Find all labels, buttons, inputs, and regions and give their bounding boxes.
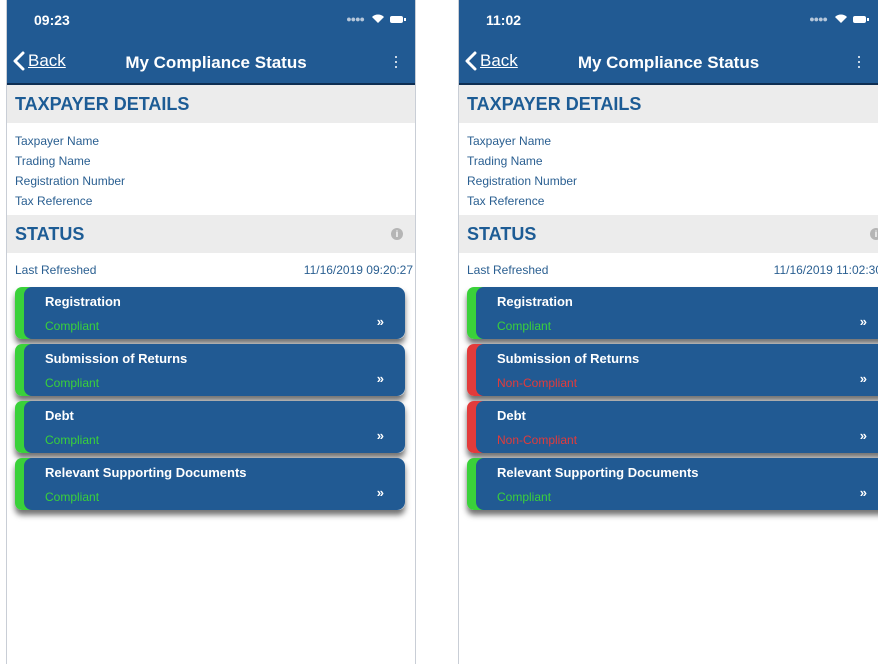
- status-header-label: STATUS: [15, 224, 85, 244]
- taxpayer-name-label: Taxpayer Name: [15, 134, 100, 148]
- debt-card[interactable]: Debt Non-Compliant »: [467, 401, 878, 453]
- double-chevron-right-icon: »: [376, 371, 384, 386]
- card-title: Registration: [497, 294, 573, 309]
- page-title: My Compliance Status: [125, 53, 307, 72]
- card-title: Submission of Returns: [497, 351, 640, 366]
- battery-icon: [390, 15, 406, 23]
- submission-of-returns-card[interactable]: Submission of Returns Non-Compliant »: [467, 344, 878, 396]
- relevant-supporting-documents-card[interactable]: Relevant Supporting Documents Compliant …: [15, 458, 405, 510]
- last-refreshed-row: Last Refreshed 11/16/2019 11:02:30: [459, 253, 878, 287]
- tax-reference-label: Tax Reference: [467, 194, 545, 208]
- double-chevron-right-icon: »: [376, 485, 384, 500]
- status-header: STATUS i: [459, 215, 878, 253]
- card-status: Compliant: [45, 490, 100, 504]
- trading-name-label: Trading Name: [467, 154, 543, 168]
- info-icon[interactable]: i: [870, 228, 878, 240]
- card-body: Registration Compliant »: [476, 287, 878, 339]
- registration-number-label: Registration Number: [15, 174, 126, 188]
- card-body: Relevant Supporting Documents Compliant …: [24, 458, 405, 510]
- battery-icon: [853, 15, 869, 23]
- registration-card[interactable]: Registration Compliant »: [467, 287, 878, 339]
- taxpayer-name-label: Taxpayer Name: [467, 134, 552, 148]
- kebab-menu-icon[interactable]: [391, 50, 401, 74]
- card-title: Debt: [497, 408, 526, 423]
- double-chevron-right-icon: »: [859, 485, 867, 500]
- nav-bar: Back My Compliance Status: [459, 40, 878, 85]
- status-bar-time: 11:02: [486, 12, 522, 28]
- last-refreshed-label: Last Refreshed: [467, 263, 549, 277]
- tax-reference-label: Tax Reference: [15, 194, 93, 208]
- card-title: Relevant Supporting Documents: [45, 465, 247, 480]
- card-status: Compliant: [497, 490, 552, 504]
- card-body: Registration Compliant »: [24, 287, 405, 339]
- taxpayer-details-list: Taxpayer Name Trading Name Registration …: [459, 123, 878, 215]
- last-refreshed-row: Last Refreshed 11/16/2019 09:20:27: [7, 253, 415, 287]
- card-status: Compliant: [45, 319, 100, 333]
- card-status: Compliant: [45, 433, 100, 447]
- registration-card[interactable]: Registration Compliant »: [15, 287, 405, 339]
- ios-status-bar: 09:23 ●●●●: [7, 0, 415, 40]
- card-status: Non-Compliant: [497, 433, 578, 447]
- system-icons: ●●●●: [346, 14, 406, 24]
- registration-number-label: Registration Number: [467, 174, 578, 188]
- nav-bar: Back My Compliance Status: [7, 40, 415, 85]
- double-chevron-right-icon: »: [859, 428, 867, 443]
- signal-dots-icon: ●●●●: [809, 14, 828, 24]
- card-title: Debt: [45, 408, 74, 423]
- wifi-icon: [372, 14, 384, 23]
- info-icon[interactable]: i: [391, 228, 403, 240]
- trading-name-label: Trading Name: [15, 154, 91, 168]
- status-header: STATUS i: [7, 215, 415, 253]
- signal-dots-icon: ●●●●: [346, 14, 365, 24]
- phone-screen-after: 11:02 ●●●● Back My Compliance Status TAX…: [458, 0, 878, 664]
- relevant-supporting-documents-card[interactable]: Relevant Supporting Documents Compliant …: [467, 458, 878, 510]
- taxpayer-details-header: TAXPAYER DETAILS: [459, 85, 878, 123]
- last-refreshed-label: Last Refreshed: [15, 263, 97, 277]
- wifi-icon: [835, 14, 847, 23]
- compliance-cards: Registration Compliant » Submission of R…: [459, 287, 878, 510]
- last-refreshed-value: 11/16/2019 09:20:27: [303, 263, 413, 277]
- submission-of-returns-card[interactable]: Submission of Returns Compliant »: [15, 344, 405, 396]
- compliance-cards: Registration Compliant » Submission of R…: [7, 287, 415, 510]
- debt-card[interactable]: Debt Compliant »: [15, 401, 405, 453]
- taxpayer-details-header: TAXPAYER DETAILS: [7, 85, 415, 123]
- page-title: My Compliance Status: [577, 53, 760, 72]
- double-chevron-right-icon: »: [376, 314, 384, 329]
- double-chevron-right-icon: »: [376, 428, 384, 443]
- card-status: Non-Compliant: [497, 376, 578, 390]
- status-header-label: STATUS: [467, 224, 537, 244]
- phone-screen-before: 09:23 ●●●● Back My Compliance Status TAX…: [6, 0, 416, 664]
- card-status: Compliant: [497, 319, 552, 333]
- kebab-menu-icon[interactable]: [854, 50, 864, 74]
- system-icons: ●●●●: [809, 14, 869, 24]
- status-bar-time: 09:23: [34, 12, 70, 28]
- taxpayer-details-list: Taxpayer Name Trading Name Registration …: [7, 123, 415, 215]
- ios-status-bar: 11:02 ●●●●: [459, 0, 878, 40]
- card-body: Debt Non-Compliant »: [476, 401, 878, 453]
- card-status: Compliant: [45, 376, 100, 390]
- card-title: Relevant Supporting Documents: [497, 465, 699, 480]
- double-chevron-right-icon: »: [859, 314, 867, 329]
- last-refreshed-value: 11/16/2019 11:02:30: [773, 263, 878, 277]
- double-chevron-right-icon: »: [859, 371, 867, 386]
- card-body: Submission of Returns Non-Compliant »: [476, 344, 878, 396]
- card-title: Registration: [45, 294, 121, 309]
- card-body: Relevant Supporting Documents Compliant …: [476, 458, 878, 510]
- card-title: Submission of Returns: [45, 351, 188, 366]
- card-body: Debt Compliant »: [24, 401, 405, 453]
- card-body: Submission of Returns Compliant »: [24, 344, 405, 396]
